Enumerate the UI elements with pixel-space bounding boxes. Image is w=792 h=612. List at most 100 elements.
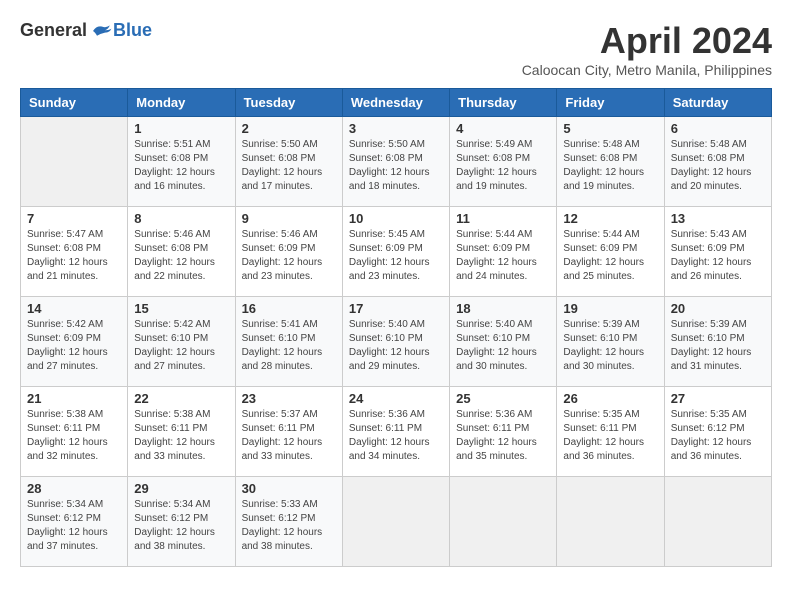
day-of-week-header: Wednesday bbox=[342, 89, 449, 117]
day-of-week-header: Monday bbox=[128, 89, 235, 117]
day-number: 27 bbox=[671, 391, 765, 406]
calendar-day-cell: 9Sunrise: 5:46 AMSunset: 6:09 PMDaylight… bbox=[235, 207, 342, 297]
calendar-day-cell bbox=[664, 477, 771, 567]
day-info: Sunrise: 5:40 AMSunset: 6:10 PMDaylight:… bbox=[349, 318, 443, 374]
calendar-day-cell: 29 Sunrise: 5:34 AMSunset: 6:12 PMDayligh… bbox=[128, 477, 235, 567]
calendar-day-cell: 5Sunrise: 5:48 AMSunset: 6:08 PMDaylight… bbox=[557, 117, 664, 207]
day-number: 25 bbox=[456, 391, 550, 406]
calendar-day-cell: 16Sunrise: 5:41 AMSunset: 6:10 PMDayligh… bbox=[235, 297, 342, 387]
day-of-week-header: Friday bbox=[557, 89, 664, 117]
day-number: 24 bbox=[349, 391, 443, 406]
day-number: 6 bbox=[671, 121, 765, 136]
calendar-day-cell: 21 Sunrise: 5:38 AMSunset: 6:11 PMDayligh… bbox=[21, 387, 128, 477]
calendar-day-cell bbox=[450, 477, 557, 567]
calendar-day-cell: 3 Sunrise: 5:50 AMSunset: 6:08 PMDaylight… bbox=[342, 117, 449, 207]
day-number: 3 bbox=[349, 121, 443, 136]
day-of-week-header: Tuesday bbox=[235, 89, 342, 117]
day-info: Sunrise: 5:47 AMSunset: 6:08 PMDaylight:… bbox=[27, 228, 121, 284]
day-number: 7 bbox=[27, 211, 121, 226]
day-of-week-header: Sunday bbox=[21, 89, 128, 117]
day-info: Sunrise: 5:42 AMSunset: 6:10 PMDaylight:… bbox=[134, 318, 228, 374]
day-number: 4 bbox=[456, 121, 550, 136]
day-number: 18 bbox=[456, 301, 550, 316]
day-info: Sunrise: 5:42 AMSunset: 6:09 PMDaylight:… bbox=[27, 318, 121, 374]
logo-blue-text: Blue bbox=[113, 20, 152, 41]
calendar-week-row: 21 Sunrise: 5:38 AMSunset: 6:11 PMDayligh… bbox=[21, 387, 772, 477]
day-info: Sunrise: 5:38 AMSunset: 6:11 PMDaylight:… bbox=[134, 408, 228, 464]
day-number: 9 bbox=[242, 211, 336, 226]
day-number: 29 bbox=[134, 481, 228, 496]
logo-general-text: General bbox=[20, 20, 87, 41]
day-number: 16 bbox=[242, 301, 336, 316]
calendar-day-cell bbox=[21, 117, 128, 207]
calendar-day-cell bbox=[557, 477, 664, 567]
day-info: Sunrise: 5:40 AMSunset: 6:10 PMDaylight:… bbox=[456, 318, 550, 374]
day-of-week-header: Saturday bbox=[664, 89, 771, 117]
calendar-week-row: 14Sunrise: 5:42 AMSunset: 6:09 PMDayligh… bbox=[21, 297, 772, 387]
calendar-day-cell: 19Sunrise: 5:39 AMSunset: 6:10 PMDayligh… bbox=[557, 297, 664, 387]
calendar-day-cell: 15 Sunrise: 5:42 AMSunset: 6:10 PMDayligh… bbox=[128, 297, 235, 387]
day-info: Sunrise: 5:50 AMSunset: 6:08 PMDaylight:… bbox=[242, 138, 336, 194]
day-number: 21 bbox=[27, 391, 121, 406]
day-info: Sunrise: 5:36 AMSunset: 6:11 PMDaylight:… bbox=[349, 408, 443, 464]
calendar-day-cell: 25Sunrise: 5:36 AMSunset: 6:11 PMDayligh… bbox=[450, 387, 557, 477]
day-number: 1 bbox=[134, 121, 228, 136]
calendar-day-cell: 14Sunrise: 5:42 AMSunset: 6:09 PMDayligh… bbox=[21, 297, 128, 387]
day-number: 23 bbox=[242, 391, 336, 406]
calendar-day-cell: 10 Sunrise: 5:45 AMSunset: 6:09 PMDayligh… bbox=[342, 207, 449, 297]
calendar-table: SundayMondayTuesdayWednesdayThursdayFrid… bbox=[20, 88, 772, 567]
day-number: 17 bbox=[349, 301, 443, 316]
calendar-day-cell: 13 Sunrise: 5:43 AMSunset: 6:09 PMDayligh… bbox=[664, 207, 771, 297]
day-info: Sunrise: 5:43 AMSunset: 6:09 PMDaylight:… bbox=[671, 228, 765, 284]
logo-bird-icon bbox=[89, 21, 113, 41]
day-info: Sunrise: 5:38 AMSunset: 6:11 PMDaylight:… bbox=[27, 408, 121, 464]
day-info: Sunrise: 5:44 AMSunset: 6:09 PMDaylight:… bbox=[456, 228, 550, 284]
day-number: 20 bbox=[671, 301, 765, 316]
day-number: 30 bbox=[242, 481, 336, 496]
day-number: 8 bbox=[134, 211, 228, 226]
calendar-day-cell bbox=[342, 477, 449, 567]
calendar-day-cell: 2 Sunrise: 5:50 AMSunset: 6:08 PMDaylight… bbox=[235, 117, 342, 207]
calendar-week-row: 28 Sunrise: 5:34 AMSunset: 6:12 PMDayligh… bbox=[21, 477, 772, 567]
calendar-day-cell: 26Sunrise: 5:35 AMSunset: 6:11 PMDayligh… bbox=[557, 387, 664, 477]
day-number: 15 bbox=[134, 301, 228, 316]
calendar-week-row: 7 Sunrise: 5:47 AMSunset: 6:08 PMDaylight… bbox=[21, 207, 772, 297]
calendar-day-cell: 27Sunrise: 5:35 AMSunset: 6:12 PMDayligh… bbox=[664, 387, 771, 477]
day-info: Sunrise: 5:34 AMSunset: 6:12 PMDaylight:… bbox=[134, 498, 228, 554]
calendar-day-cell: 6 Sunrise: 5:48 AMSunset: 6:08 PMDaylight… bbox=[664, 117, 771, 207]
calendar-day-cell: 18 Sunrise: 5:40 AMSunset: 6:10 PMDayligh… bbox=[450, 297, 557, 387]
day-info: Sunrise: 5:46 AMSunset: 6:08 PMDaylight:… bbox=[134, 228, 228, 284]
calendar-day-cell: 1 Sunrise: 5:51 AMSunset: 6:08 PMDaylight… bbox=[128, 117, 235, 207]
day-info: Sunrise: 5:50 AMSunset: 6:08 PMDaylight:… bbox=[349, 138, 443, 194]
calendar-day-cell: 12 Sunrise: 5:44 AMSunset: 6:09 PMDayligh… bbox=[557, 207, 664, 297]
day-number: 12 bbox=[563, 211, 657, 226]
calendar-day-cell: 30 Sunrise: 5:33 AMSunset: 6:12 PMDayligh… bbox=[235, 477, 342, 567]
day-number: 13 bbox=[671, 211, 765, 226]
day-number: 28 bbox=[27, 481, 121, 496]
day-number: 10 bbox=[349, 211, 443, 226]
day-info: Sunrise: 5:39 AMSunset: 6:10 PMDaylight:… bbox=[563, 318, 657, 374]
day-info: Sunrise: 5:33 AMSunset: 6:12 PMDaylight:… bbox=[242, 498, 336, 554]
day-info: Sunrise: 5:34 AMSunset: 6:12 PMDaylight:… bbox=[27, 498, 121, 554]
calendar-day-cell: 7 Sunrise: 5:47 AMSunset: 6:08 PMDaylight… bbox=[21, 207, 128, 297]
calendar-day-cell: 24 Sunrise: 5:36 AMSunset: 6:11 PMDayligh… bbox=[342, 387, 449, 477]
day-number: 5 bbox=[563, 121, 657, 136]
day-info: Sunrise: 5:44 AMSunset: 6:09 PMDaylight:… bbox=[563, 228, 657, 284]
calendar-day-cell: 23 Sunrise: 5:37 AMSunset: 6:11 PMDayligh… bbox=[235, 387, 342, 477]
day-info: Sunrise: 5:45 AMSunset: 6:09 PMDaylight:… bbox=[349, 228, 443, 284]
logo: General Blue bbox=[20, 20, 152, 41]
title-section: April 2024 Caloocan City, Metro Manila, … bbox=[522, 20, 772, 78]
calendar-day-cell: 22 Sunrise: 5:38 AMSunset: 6:11 PMDayligh… bbox=[128, 387, 235, 477]
day-info: Sunrise: 5:35 AMSunset: 6:11 PMDaylight:… bbox=[563, 408, 657, 464]
calendar-week-row: 1 Sunrise: 5:51 AMSunset: 6:08 PMDaylight… bbox=[21, 117, 772, 207]
day-number: 22 bbox=[134, 391, 228, 406]
day-info: Sunrise: 5:48 AMSunset: 6:08 PMDaylight:… bbox=[671, 138, 765, 194]
calendar-day-cell: 11Sunrise: 5:44 AMSunset: 6:09 PMDayligh… bbox=[450, 207, 557, 297]
calendar-header-row: SundayMondayTuesdayWednesdayThursdayFrid… bbox=[21, 89, 772, 117]
calendar-day-cell: 28 Sunrise: 5:34 AMSunset: 6:12 PMDayligh… bbox=[21, 477, 128, 567]
day-info: Sunrise: 5:51 AMSunset: 6:08 PMDaylight:… bbox=[134, 138, 228, 194]
day-info: Sunrise: 5:39 AMSunset: 6:10 PMDaylight:… bbox=[671, 318, 765, 374]
day-number: 2 bbox=[242, 121, 336, 136]
day-info: Sunrise: 5:37 AMSunset: 6:11 PMDaylight:… bbox=[242, 408, 336, 464]
page-header: General Blue April 2024 Caloocan City, M… bbox=[20, 20, 772, 78]
